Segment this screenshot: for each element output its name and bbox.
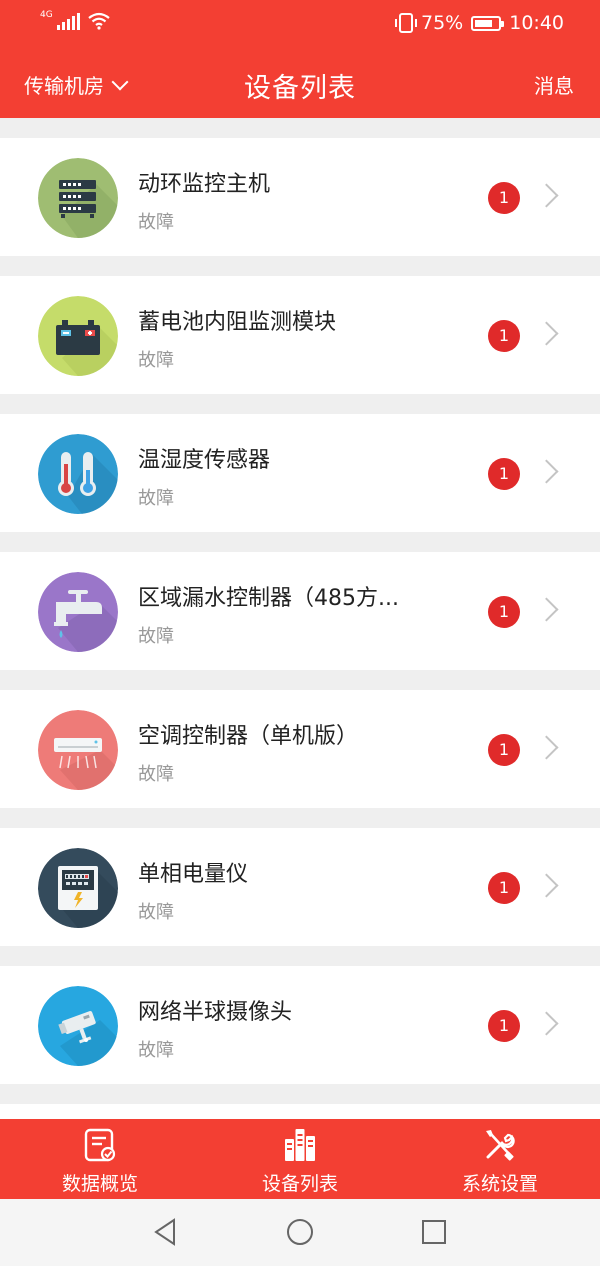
tab-label: 系统设置 [461, 1173, 538, 1195]
device-item[interactable]: 区域漏水控制器（485方... 故障 1 [0, 552, 600, 670]
device-item[interactable]: 单相电量仪 故障 1 [0, 828, 600, 946]
chevron-right-icon [534, 873, 559, 898]
tab-system-settings[interactable]: 系统设置 [400, 1119, 600, 1199]
battery-percent: 75% [421, 12, 464, 34]
device-item[interactable]: 蓄电池内阻监测模块 故障 1 [0, 276, 600, 394]
device-item[interactable]: 网络半球摄像头 故障 1 [0, 966, 600, 1084]
alarm-count-badge: 1 [488, 182, 520, 214]
device-name: 蓄电池内阻监测模块 [138, 310, 337, 335]
device-status: 故障 [138, 902, 174, 923]
alarm-count-badge: 1 [488, 320, 520, 352]
device-name: 区域漏水控制器（485方... [138, 586, 399, 611]
alarm-count-badge: 1 [488, 596, 520, 628]
device-item[interactable]: 温湿度传感器 故障 1 [0, 414, 600, 532]
camera-icon [38, 986, 118, 1066]
system-nav-bar [0, 1199, 600, 1266]
alarm-count-badge: 1 [488, 872, 520, 904]
chevron-right-icon [534, 735, 559, 760]
server-icon [38, 158, 118, 238]
device-name: 温湿度传感器 [138, 448, 271, 473]
chevron-right-icon [534, 597, 559, 622]
device-status: 故障 [138, 212, 174, 233]
power-meter-icon [38, 848, 118, 928]
device-name: 网络半球摄像头 [138, 1000, 293, 1025]
page-title: 设备列表 [244, 73, 356, 104]
home-icon[interactable] [284, 1216, 316, 1248]
alarm-count-badge: 1 [488, 458, 520, 490]
device-name: 单相电量仪 [138, 862, 249, 887]
tab-label: 数据概览 [61, 1173, 138, 1195]
messages-button[interactable]: 消息 [534, 70, 574, 99]
device-status: 故障 [138, 350, 174, 371]
back-icon[interactable] [150, 1216, 182, 1248]
settings-tools-icon [486, 1130, 515, 1161]
device-item[interactable]: 动环监控主机 故障 1 [0, 138, 600, 256]
bottom-tab-bar: 数据概览 设备列表 系统设置 [0, 1119, 600, 1199]
vibrate-icon [395, 13, 417, 33]
signal-group: 4G [40, 10, 110, 30]
device-item-partial [0, 1104, 600, 1119]
tab-label: 设备列表 [261, 1173, 338, 1195]
signal-icon [56, 12, 80, 30]
status-right: 75% 10:40 [395, 12, 564, 34]
network-type: 4G [40, 10, 53, 20]
battery-icon [471, 15, 505, 31]
chevron-right-icon [534, 321, 559, 346]
device-name: 动环监控主机 [138, 172, 271, 197]
faucet-icon [38, 572, 118, 652]
chevron-right-icon [534, 459, 559, 484]
recents-icon[interactable] [418, 1216, 450, 1248]
app-header: 传输机房 设备列表 消息 [0, 48, 600, 118]
status-bar: 4G 75% 10:40 [0, 0, 600, 48]
device-status: 故障 [138, 626, 174, 647]
tab-data-overview[interactable]: 数据概览 [0, 1119, 200, 1199]
wifi-icon [88, 12, 110, 30]
alarm-count-badge: 1 [488, 734, 520, 766]
device-status: 故障 [138, 1040, 174, 1061]
chevron-right-icon [534, 1011, 559, 1036]
alarm-count-badge: 1 [488, 1010, 520, 1042]
thermometer-icon [38, 434, 118, 514]
device-name: 空调控制器（单机版） [138, 724, 359, 749]
device-item[interactable]: 空调控制器（单机版） 故障 1 [0, 690, 600, 808]
air-conditioner-icon [38, 710, 118, 790]
tab-device-list[interactable]: 设备列表 [200, 1119, 400, 1199]
device-status: 故障 [138, 488, 174, 509]
clock: 10:40 [509, 12, 564, 34]
device-list-icon [285, 1129, 315, 1161]
device-status: 故障 [138, 764, 174, 785]
data-overview-icon [84, 1128, 116, 1162]
battery-icon [38, 296, 118, 376]
chevron-right-icon [534, 183, 559, 208]
